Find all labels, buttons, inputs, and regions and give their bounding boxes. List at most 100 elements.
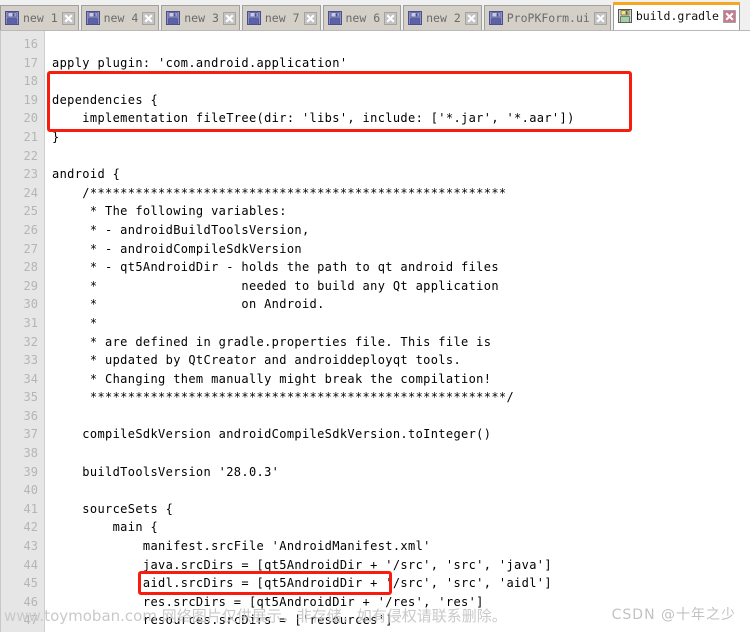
close-icon[interactable] bbox=[722, 9, 736, 23]
line-number: 16 bbox=[23, 37, 38, 51]
editor-tab-label: new 2 bbox=[426, 11, 461, 25]
editor-tab-new-2[interactable]: new 2 bbox=[403, 5, 482, 30]
line-number: 41 bbox=[23, 501, 38, 516]
floppy-save-icon bbox=[327, 11, 342, 25]
line-number: 29 bbox=[23, 278, 38, 293]
code-line[interactable]: /***************************************… bbox=[52, 184, 750, 203]
close-icon[interactable] bbox=[383, 11, 398, 25]
editor-tab-propkform-ui[interactable]: ProPKForm.ui bbox=[483, 5, 611, 30]
close-icon[interactable] bbox=[61, 11, 75, 25]
close-icon[interactable] bbox=[593, 11, 607, 25]
editor-tab-bar: new 1 new 4 new 3 new 7 new 6 new 2 ProPKForm.… bbox=[0, 0, 750, 31]
editor-tab-label: new 4 bbox=[103, 11, 139, 25]
line-number: 26 bbox=[23, 222, 38, 237]
code-line[interactable]: dependencies { bbox=[52, 91, 750, 110]
line-number: 35 bbox=[23, 390, 38, 405]
line-number: 44 bbox=[23, 557, 38, 572]
editor-tab-label: ProPKForm.ui bbox=[506, 11, 590, 25]
code-line[interactable]: * needed to build any Qt application bbox=[52, 277, 750, 296]
editor-tab-new-6[interactable]: new 6 bbox=[322, 5, 402, 30]
code-line[interactable]: * updated by QtCreator and androiddeploy… bbox=[52, 351, 750, 370]
code-line[interactable]: * bbox=[52, 314, 750, 333]
code-line[interactable] bbox=[52, 407, 750, 426]
code-line[interactable] bbox=[52, 147, 750, 166]
floppy-save-icon bbox=[246, 11, 261, 25]
editor-tab-label: new 6 bbox=[345, 11, 381, 25]
close-icon[interactable] bbox=[141, 11, 156, 25]
line-number: 33 bbox=[23, 353, 38, 368]
code-line[interactable]: aidl.srcDirs = [qt5AndroidDir + '/src', … bbox=[52, 574, 750, 593]
floppy-save-icon bbox=[488, 11, 503, 25]
code-line[interactable]: sourceSets { bbox=[52, 500, 750, 519]
code-line[interactable]: } bbox=[52, 128, 750, 147]
editor-tab-label: new 3 bbox=[184, 11, 219, 25]
code-line[interactable]: java.srcDirs = [qt5AndroidDir + '/src', … bbox=[52, 556, 750, 575]
floppy-save-icon bbox=[5, 11, 19, 25]
line-number: 22 bbox=[23, 148, 38, 163]
line-number: 38 bbox=[23, 446, 38, 461]
line-number: 23 bbox=[23, 167, 38, 182]
line-number: 27 bbox=[23, 241, 38, 256]
editor-tab-new-4[interactable]: new 4 bbox=[80, 5, 160, 30]
editor-tab-label: new 1 bbox=[23, 11, 58, 25]
editor-tab-build-gradle[interactable]: build.gradle bbox=[612, 2, 741, 30]
code-line[interactable]: compileSdkVersion androidCompileSdkVersi… bbox=[52, 425, 750, 444]
line-number: 43 bbox=[23, 539, 38, 554]
line-number: 42 bbox=[23, 520, 38, 535]
line-number: 24 bbox=[23, 185, 38, 200]
line-number: 40 bbox=[23, 483, 38, 498]
line-number: 45 bbox=[23, 576, 38, 591]
editor-tab-new-7[interactable]: new 7 bbox=[241, 5, 321, 30]
close-icon[interactable] bbox=[464, 11, 478, 25]
code-line[interactable]: buildToolsVersion '28.0.3' bbox=[52, 463, 750, 482]
line-number: 46 bbox=[23, 594, 38, 609]
editor-tab-label: build.gradle bbox=[635, 9, 719, 23]
floppy-save-icon bbox=[85, 11, 100, 25]
line-number: 31 bbox=[23, 315, 38, 330]
line-number: 32 bbox=[23, 334, 38, 349]
code-editor[interactable]: 16 17 18 19 20 21 22 23 24 25 26 27 28 29 30 31 32 33 34 35… bbox=[0, 31, 750, 632]
line-number: 21 bbox=[23, 129, 38, 144]
code-line[interactable]: * - androidBuildToolsVersion, bbox=[52, 221, 750, 240]
code-line[interactable]: resources.srcDirs = ['resources'] bbox=[52, 611, 750, 630]
line-number: 37 bbox=[23, 427, 38, 442]
code-line[interactable]: apply plugin: 'com.android.application' bbox=[52, 54, 750, 73]
line-number: 39 bbox=[23, 464, 38, 479]
code-line[interactable]: manifest.srcFile 'AndroidManifest.xml' bbox=[52, 537, 750, 556]
line-number: 20 bbox=[23, 111, 38, 126]
editor-tab-new-1[interactable]: new 1 bbox=[0, 5, 79, 30]
line-number: 25 bbox=[23, 204, 38, 219]
code-text-area[interactable]: apply plugin: 'com.android.application' d… bbox=[45, 31, 750, 632]
line-number: 18 bbox=[23, 74, 38, 89]
editor-tab-label: new 7 bbox=[264, 11, 300, 25]
line-number: 47 bbox=[23, 613, 38, 628]
line-number: 17 bbox=[23, 55, 38, 70]
line-number-gutter: 16 17 18 19 20 21 22 23 24 25 26 27 28 29 30 31 32 33 34 35… bbox=[1, 31, 45, 632]
line-number: 30 bbox=[23, 297, 38, 312]
code-line[interactable]: ****************************************… bbox=[52, 388, 750, 407]
code-line[interactable]: res.srcDirs = [qt5AndroidDir + '/res', '… bbox=[52, 593, 750, 612]
line-number: 36 bbox=[23, 408, 38, 423]
editor-tab-new-3[interactable]: new 3 bbox=[161, 5, 240, 30]
code-line[interactable]: * - androidCompileSdkVersion bbox=[52, 240, 750, 259]
code-line[interactable] bbox=[52, 35, 750, 54]
code-line[interactable] bbox=[52, 481, 750, 500]
code-line[interactable]: * Changing them manually might break the… bbox=[52, 370, 750, 389]
code-line[interactable]: * on Android. bbox=[52, 295, 750, 314]
code-line[interactable]: * are defined in gradle.properties file.… bbox=[52, 333, 750, 352]
code-line[interactable]: * - qt5AndroidDir - holds the path to qt… bbox=[52, 258, 750, 277]
floppy-save-icon bbox=[166, 11, 181, 25]
code-line[interactable] bbox=[52, 72, 750, 91]
code-line[interactable]: main { bbox=[52, 518, 750, 537]
floppy-save-icon bbox=[408, 11, 423, 25]
line-number: 28 bbox=[23, 260, 38, 275]
close-icon[interactable] bbox=[303, 11, 317, 25]
line-number: 34 bbox=[23, 371, 38, 386]
code-line[interactable]: * The following variables: bbox=[52, 202, 750, 221]
code-line[interactable]: android { bbox=[52, 165, 750, 184]
code-line[interactable] bbox=[52, 444, 750, 463]
code-line[interactable]: implementation fileTree(dir: 'libs', inc… bbox=[52, 109, 750, 128]
close-icon[interactable] bbox=[222, 11, 236, 25]
floppy-save-icon bbox=[617, 9, 632, 23]
line-number: 19 bbox=[23, 92, 38, 107]
